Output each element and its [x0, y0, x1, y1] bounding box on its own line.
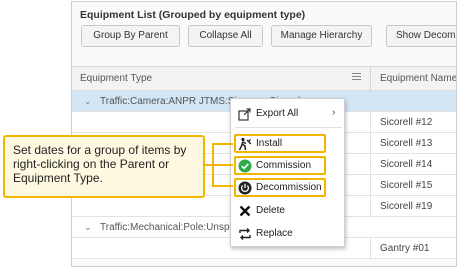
decommission-highlight	[234, 178, 326, 197]
grid-header: Equipment Type Equipment Name	[72, 66, 456, 91]
chevron-down-icon[interactable]: ⌄	[84, 96, 92, 107]
group-by-parent-button[interactable]: Group By Parent	[81, 25, 180, 47]
chevron-down-icon[interactable]: ⌄	[84, 222, 92, 233]
column-divider[interactable]	[370, 67, 371, 91]
chevron-right-icon: ›	[332, 107, 336, 118]
column-header-equipment-type[interactable]: Equipment Type	[80, 67, 152, 91]
equipment-name-cell: Gantry #01	[380, 243, 430, 254]
equipment-name-cell: Sicorell #15	[380, 180, 433, 191]
context-menu: Export All › Install Commission Decommis…	[230, 98, 345, 247]
menu-divider	[235, 127, 342, 128]
collapse-all-button[interactable]: Collapse All	[188, 25, 263, 47]
export-icon	[238, 108, 251, 121]
menu-item-replace[interactable]: Replace	[231, 224, 344, 244]
callout-connector	[205, 143, 233, 187]
column-menu-icon[interactable]	[352, 73, 362, 83]
group-label: Traffic:Mechanical:Pole:Unspecified	[100, 222, 250, 233]
equipment-name-cell: Sicorell #14	[380, 159, 433, 170]
callout-text: Set dates for a group of items by right-…	[13, 143, 187, 185]
install-highlight	[234, 134, 326, 153]
show-decommissioned-button[interactable]: Show Decom	[386, 25, 456, 47]
toolbar: Group By Parent Collapse All Manage Hier…	[72, 25, 456, 50]
equipment-name-cell: Sicorell #12	[380, 117, 433, 128]
panel-title: Equipment List (Grouped by equipment typ…	[80, 9, 306, 21]
instruction-callout: Set dates for a group of items by right-…	[3, 135, 205, 198]
manage-hierarchy-button[interactable]: Manage Hierarchy	[271, 25, 372, 47]
menu-item-label: Replace	[256, 228, 293, 239]
close-icon	[239, 205, 251, 217]
equipment-name-cell: Sicorell #19	[380, 201, 433, 212]
column-header-equipment-name[interactable]: Equipment Name	[380, 67, 456, 91]
commission-highlight	[234, 156, 326, 175]
menu-item-export-all[interactable]: Export All ›	[231, 104, 344, 124]
menu-item-delete[interactable]: Delete	[231, 201, 344, 221]
menu-item-label: Export All	[256, 108, 299, 119]
menu-item-label: Delete	[256, 205, 285, 216]
equipment-name-cell: Sicorell #13	[380, 138, 433, 149]
replace-icon	[239, 228, 251, 240]
